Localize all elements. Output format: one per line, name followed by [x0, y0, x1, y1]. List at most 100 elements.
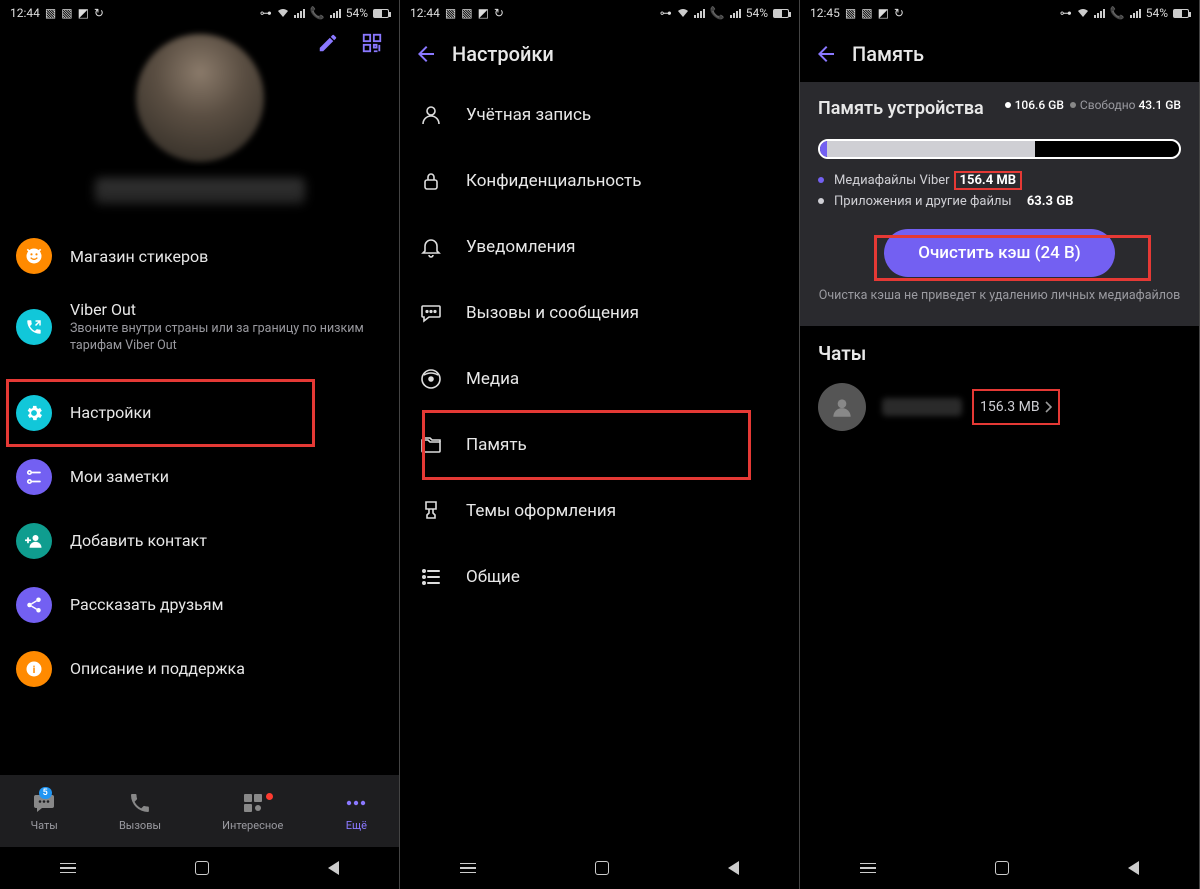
- menu-item-help[interactable]: i Описание и поддержка: [0, 637, 399, 701]
- menu-label: Добавить контакт: [70, 531, 207, 550]
- settings-item-privacy[interactable]: Конфиденциальность: [400, 148, 799, 214]
- menu-item-settings[interactable]: Настройки: [0, 381, 399, 445]
- profile-header: [0, 26, 399, 224]
- tab-label: Ещё: [346, 819, 367, 832]
- storage-bar: [818, 139, 1181, 159]
- screen-memory: 12:45 ▧▧◩↻ ⊶ 📞 54% Память Память устройс…: [800, 0, 1200, 889]
- profile-name: [95, 178, 305, 204]
- back-button[interactable]: [728, 861, 739, 875]
- bottom-nav: 5 Чаты Вызовы Интересное Ещё: [0, 775, 399, 847]
- status-time: 12:44: [410, 6, 440, 20]
- clear-cache-button[interactable]: Очистить кэш (24 B): [884, 229, 1114, 277]
- back-icon[interactable]: [414, 42, 438, 66]
- menu-item-notes[interactable]: Мои заметки: [0, 445, 399, 509]
- clear-cache-note: Очистка кэша не приведет к удалению личн…: [818, 287, 1181, 305]
- tab-label: Интересное: [222, 819, 283, 832]
- page-title: Память: [852, 42, 924, 66]
- chat-size: 156.3 MB: [978, 395, 1054, 419]
- screen-settings: 12:44 ▧▧◩↻ ⊶ 📞 54% Настройки Учётная зап…: [400, 0, 800, 889]
- battery-icon: [373, 9, 389, 18]
- menu-sublabel: Звоните внутри страны или за границу по …: [70, 321, 383, 355]
- settings-item-storage[interactable]: Память: [400, 412, 799, 478]
- folder-icon: [418, 432, 444, 458]
- legend-value: 63.3 GB: [1027, 194, 1074, 209]
- status-time: 12:44: [10, 6, 40, 20]
- home-button[interactable]: [195, 861, 209, 875]
- tab-label: Чаты: [31, 819, 58, 832]
- battery-icon: [1173, 9, 1189, 18]
- menu-item-viberout[interactable]: Viber Out Звоните внутри страны или за г…: [0, 288, 399, 367]
- chats-section: Чаты 156.3 MB: [800, 326, 1199, 447]
- tab-explore[interactable]: Интересное: [222, 791, 283, 832]
- settings-label: Вызовы и сообщения: [466, 303, 639, 323]
- settings-label: Медиа: [466, 369, 519, 389]
- recents-button[interactable]: [460, 863, 476, 874]
- settings-item-notifications[interactable]: Уведомления: [400, 214, 799, 280]
- list-icon: [418, 564, 444, 590]
- tab-calls[interactable]: Вызовы: [119, 791, 161, 832]
- sync-icon: ↻: [94, 6, 104, 20]
- screen-more: 12:44 ▧ ▧ ◩ ↻ ⊶ 📞 54%: [0, 0, 400, 889]
- chat-row[interactable]: 156.3 MB: [818, 383, 1181, 431]
- android-nav: [400, 847, 799, 889]
- vpn-icon: ⊶: [260, 6, 272, 20]
- back-button[interactable]: [328, 861, 339, 875]
- divider: [0, 367, 399, 381]
- menu-item-share[interactable]: Рассказать друзьям: [0, 573, 399, 637]
- memory-stats: 106.6 GB Свободно 43.1 GB: [1005, 98, 1181, 112]
- recents-button[interactable]: [60, 863, 76, 874]
- profile-avatar[interactable]: [136, 34, 264, 162]
- free-label: Свободно: [1080, 98, 1136, 112]
- status-bar: 12:45 ▧▧◩↻ ⊶ 📞 54%: [800, 0, 1199, 26]
- dot-icon: [818, 177, 824, 183]
- battery-pct: 54%: [346, 6, 368, 20]
- menu-item-stickers[interactable]: Магазин стикеров: [0, 224, 399, 288]
- settings-item-media[interactable]: Медиа: [400, 346, 799, 412]
- back-button[interactable]: [1128, 861, 1139, 875]
- image-icon: ▧: [461, 6, 472, 20]
- free-storage: 43.1 GB: [1138, 98, 1181, 112]
- status-bar: 12:44 ▧ ▧ ◩ ↻ ⊶ 📞 54%: [0, 0, 399, 26]
- notif-icon: ◩: [478, 6, 489, 20]
- image-icon: ▧: [445, 6, 456, 20]
- android-nav: [800, 847, 1199, 889]
- settings-item-calls[interactable]: Вызовы и сообщения: [400, 280, 799, 346]
- volte-icon: 📞: [310, 6, 325, 20]
- legend-label: Приложения и другие файлы: [834, 194, 1012, 209]
- brush-icon: [418, 498, 444, 524]
- image-icon: ▧: [845, 6, 856, 20]
- notification-dot: [266, 793, 273, 800]
- storage-legend: Медиафайлы Viber 156.4 MB Приложения и д…: [818, 173, 1181, 209]
- wifi-icon: [1077, 8, 1089, 18]
- legend-label: Медиафайлы Viber: [834, 173, 950, 188]
- settings-item-general[interactable]: Общие: [400, 544, 799, 610]
- dot-icon: [818, 198, 824, 204]
- menu-label: Рассказать друзьям: [70, 595, 223, 614]
- edit-icon[interactable]: [317, 32, 339, 54]
- settings-item-themes[interactable]: Темы оформления: [400, 478, 799, 544]
- battery-pct: 54%: [1146, 6, 1168, 20]
- qr-icon[interactable]: [361, 32, 383, 54]
- settings-item-account[interactable]: Учётная запись: [400, 82, 799, 148]
- signal-icon: [694, 9, 705, 18]
- back-icon[interactable]: [814, 42, 838, 66]
- menu-label: Viber Out: [70, 300, 383, 319]
- menu-item-addcontact[interactable]: Добавить контакт: [0, 509, 399, 573]
- tab-more[interactable]: Ещё: [344, 791, 368, 832]
- lock-icon: [418, 168, 444, 194]
- chat-icon: [418, 300, 444, 326]
- home-button[interactable]: [995, 861, 1009, 875]
- recents-button[interactable]: [860, 863, 876, 874]
- android-nav: [0, 847, 399, 889]
- tab-chats[interactable]: 5 Чаты: [31, 791, 58, 832]
- chat-size-value: 156.3 MB: [980, 399, 1040, 415]
- bell-icon: [418, 234, 444, 260]
- signal-icon: [730, 9, 741, 18]
- menu-label: Настройки: [70, 403, 151, 422]
- notif-icon: ◩: [78, 6, 89, 20]
- total-storage: 106.6 GB: [1015, 98, 1064, 112]
- vpn-icon: ⊶: [1060, 6, 1072, 20]
- settings-label: Конфиденциальность: [466, 171, 641, 191]
- home-button[interactable]: [595, 861, 609, 875]
- device-memory-panel: Память устройства 106.6 GB Свободно 43.1…: [800, 82, 1199, 326]
